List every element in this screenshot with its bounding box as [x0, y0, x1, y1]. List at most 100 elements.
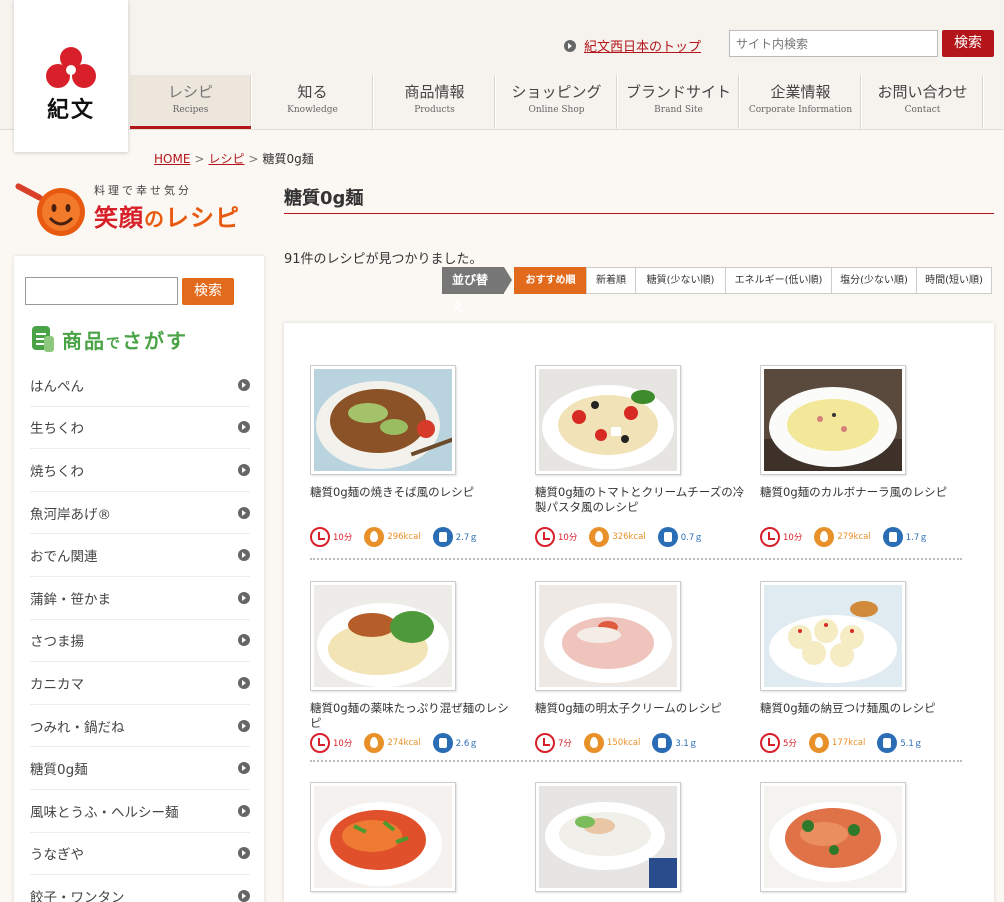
nav-knowledge[interactable]: 知る Knowledge [252, 75, 374, 129]
top-link[interactable]: 紀文西日本のトップ [564, 36, 701, 55]
category-label: 魚河岸あげ® [30, 506, 111, 523]
sort-newest[interactable]: 新着順 [586, 267, 636, 294]
nav-contact[interactable]: お問い合わせ Contact [862, 75, 984, 129]
brand-title: 笑顔のレシピ [94, 198, 240, 233]
sort-time[interactable]: 時間(短い順) [916, 267, 992, 294]
cook-time: 10分 [333, 739, 353, 749]
category-item[interactable]: 餃子・ワンタン [30, 875, 250, 902]
site-search-input[interactable] [729, 30, 938, 57]
sort-carbs[interactable]: 糖質(少ない順) [635, 267, 726, 294]
arrow-circle-icon [238, 506, 250, 519]
brand-title-no: の [144, 207, 165, 231]
recipe-card[interactable]: 糖質0g麺の納豆つけ麺風のレシピ 5分 177kcal 5.1ｇ [760, 581, 970, 753]
category-item[interactable]: 生ちくわ [30, 407, 250, 450]
row-divider [310, 760, 962, 762]
category-label: はんぺん [30, 378, 84, 395]
recipe-photo[interactable] [760, 365, 906, 475]
salt-shaker-icon [657, 527, 678, 547]
category-item[interactable]: さつま揚 [30, 620, 250, 663]
smile-recipe-brand[interactable]: 料理で幸せ気分 笑顔のレシピ [14, 180, 268, 240]
recipe-meta: 7分 150kcal 3.1ｇ [535, 733, 745, 753]
category-item[interactable]: おでん関連 [30, 534, 250, 577]
kibun-logo[interactable]: 紀文 [14, 0, 128, 152]
recipe-photo[interactable] [535, 365, 681, 475]
sort-recommended[interactable]: おすすめ順 [514, 267, 587, 294]
nav-sub-label: Products [414, 105, 455, 115]
category-item[interactable]: つみれ・鍋だね [30, 705, 250, 748]
recipe-title[interactable]: 糖質0g麺の明太子クリームのレシピ [535, 701, 745, 731]
energy: 274kcal [387, 738, 421, 748]
category-item[interactable]: はんぺん [30, 364, 250, 407]
global-nav: レシピ Recipes 知る Knowledge 商品情報 Products ショッピ… [130, 75, 984, 129]
recipe-card[interactable] [760, 782, 970, 892]
nav-online-shop[interactable]: ショッピング Online Shop [496, 75, 618, 129]
recipe-search-input[interactable] [25, 277, 178, 305]
recipe-meta: 10分 326kcal 0.7ｇ [535, 527, 745, 547]
energy-flame-icon [814, 527, 835, 547]
cook-time: 5分 [783, 739, 797, 749]
recipe-title[interactable]: 糖質0g麺のカルボナーラ風のレシピ [760, 485, 970, 515]
arrow-circle-icon [238, 676, 250, 689]
nav-corporate[interactable]: 企業情報 Corporate Information [740, 75, 862, 129]
recipe-meta: 10分 279kcal 1.7ｇ [760, 527, 970, 547]
arrow-circle-icon [238, 378, 250, 391]
recipe-photo-image [764, 585, 902, 687]
site-search-button[interactable]: 検索 [942, 30, 994, 57]
category-item[interactable]: 魚河岸あげ® [30, 492, 250, 535]
recipe-card[interactable] [310, 782, 520, 892]
recipe-card[interactable]: 糖質0g麺の明太子クリームのレシピ 7分 150kcal 3.1ｇ [535, 581, 745, 753]
nav-recipes[interactable]: レシピ Recipes [130, 75, 252, 129]
recipe-photo[interactable] [760, 581, 906, 691]
category-label: 蒲鉾・笹かま [30, 591, 111, 608]
recipe-card[interactable]: 糖質0g麺のトマトとクリームチーズの冷製パスタ風のレシピ 10分 326kcal… [535, 365, 745, 547]
sort-energy[interactable]: エネルギー(低い順) [725, 267, 832, 294]
category-item[interactable]: 風味とうふ・ヘルシー麺 [30, 790, 250, 833]
recipe-title[interactable]: 糖質0g麺の納豆つけ麺風のレシピ [760, 701, 970, 731]
recipe-photo[interactable] [310, 581, 456, 691]
energy-flame-icon [583, 733, 604, 753]
recipe-title[interactable]: 糖質0g麺の焼きそば風のレシピ [310, 485, 520, 515]
recipe-meta: 10分 296kcal 2.7ｇ [310, 527, 520, 547]
recipe-search-button[interactable]: 検索 [182, 278, 234, 305]
recipe-card[interactable]: 糖質0g麺の焼きそば風のレシピ 10分 296kcal 2.7ｇ [310, 365, 520, 547]
arrow-circle-icon [238, 889, 250, 902]
recipe-photo[interactable] [535, 581, 681, 691]
brand-title-a: 笑顔 [94, 204, 144, 232]
sort-bar: 並び替え おすすめ順 新着順 糖質(少ない順) エネルギー(低い順) 塩分(少な… [442, 267, 992, 314]
recipe-photo[interactable] [535, 782, 681, 892]
arrow-circle-icon [238, 591, 250, 604]
cook-time: 10分 [333, 533, 353, 543]
energy-flame-icon [364, 733, 385, 753]
breadcrumb-separator: > [248, 152, 259, 166]
energy-flame-icon [808, 733, 829, 753]
recipe-card[interactable]: 糖質0g麺のカルボナーラ風のレシピ 10分 279kcal 1.7ｇ [760, 365, 970, 547]
recipe-card[interactable]: 糖質0g麺の薬味たっぷり混ぜ麺のレシピ 10分 274kcal 2.6ｇ [310, 581, 520, 753]
nav-brand-site[interactable]: ブランドサイト Brand Site [618, 75, 740, 129]
category-item[interactable]: 糖質0g麺 [30, 747, 250, 790]
nav-label: お問い合わせ [877, 83, 968, 101]
cook-time: 10分 [783, 533, 803, 543]
breadcrumb-recipe[interactable]: レシピ [208, 152, 244, 166]
recipe-photo[interactable] [760, 782, 906, 892]
arrow-circle-icon [238, 463, 250, 476]
nav-products[interactable]: 商品情報 Products [374, 75, 496, 129]
kibun-west-top-link[interactable]: 紀文西日本のトップ [584, 36, 701, 55]
sort-salt[interactable]: 塩分(少ない順) [831, 267, 917, 294]
salt: 2.6ｇ [455, 739, 478, 749]
breadcrumb-home[interactable]: HOME [154, 152, 190, 166]
recipe-title[interactable]: 糖質0g麺の薬味たっぷり混ぜ麺のレシピ [310, 701, 520, 731]
sidebar: 検索 商品でさがす はんぺん 生ちくわ 焼ちくわ 魚河岸あげ® おでん関連 蒲鉾… [14, 256, 264, 902]
category-item[interactable]: 蒲鉾・笹かま [30, 577, 250, 620]
category-item[interactable]: 焼ちくわ [30, 449, 250, 492]
recipe-title[interactable]: 糖質0g麺のトマトとクリームチーズの冷製パスタ風のレシピ [535, 485, 745, 515]
clock-icon [535, 527, 555, 547]
recipe-card[interactable] [535, 782, 745, 892]
category-item[interactable]: カニカマ [30, 662, 250, 705]
category-item[interactable]: うなぎや [30, 833, 250, 876]
arrow-circle-icon [238, 634, 250, 647]
recipe-photo[interactable] [310, 782, 456, 892]
salt-shaker-icon [432, 527, 453, 547]
nav-sub-label: Brand Site [654, 105, 703, 115]
nav-label: 知る [297, 83, 328, 101]
recipe-photo[interactable] [310, 365, 456, 475]
